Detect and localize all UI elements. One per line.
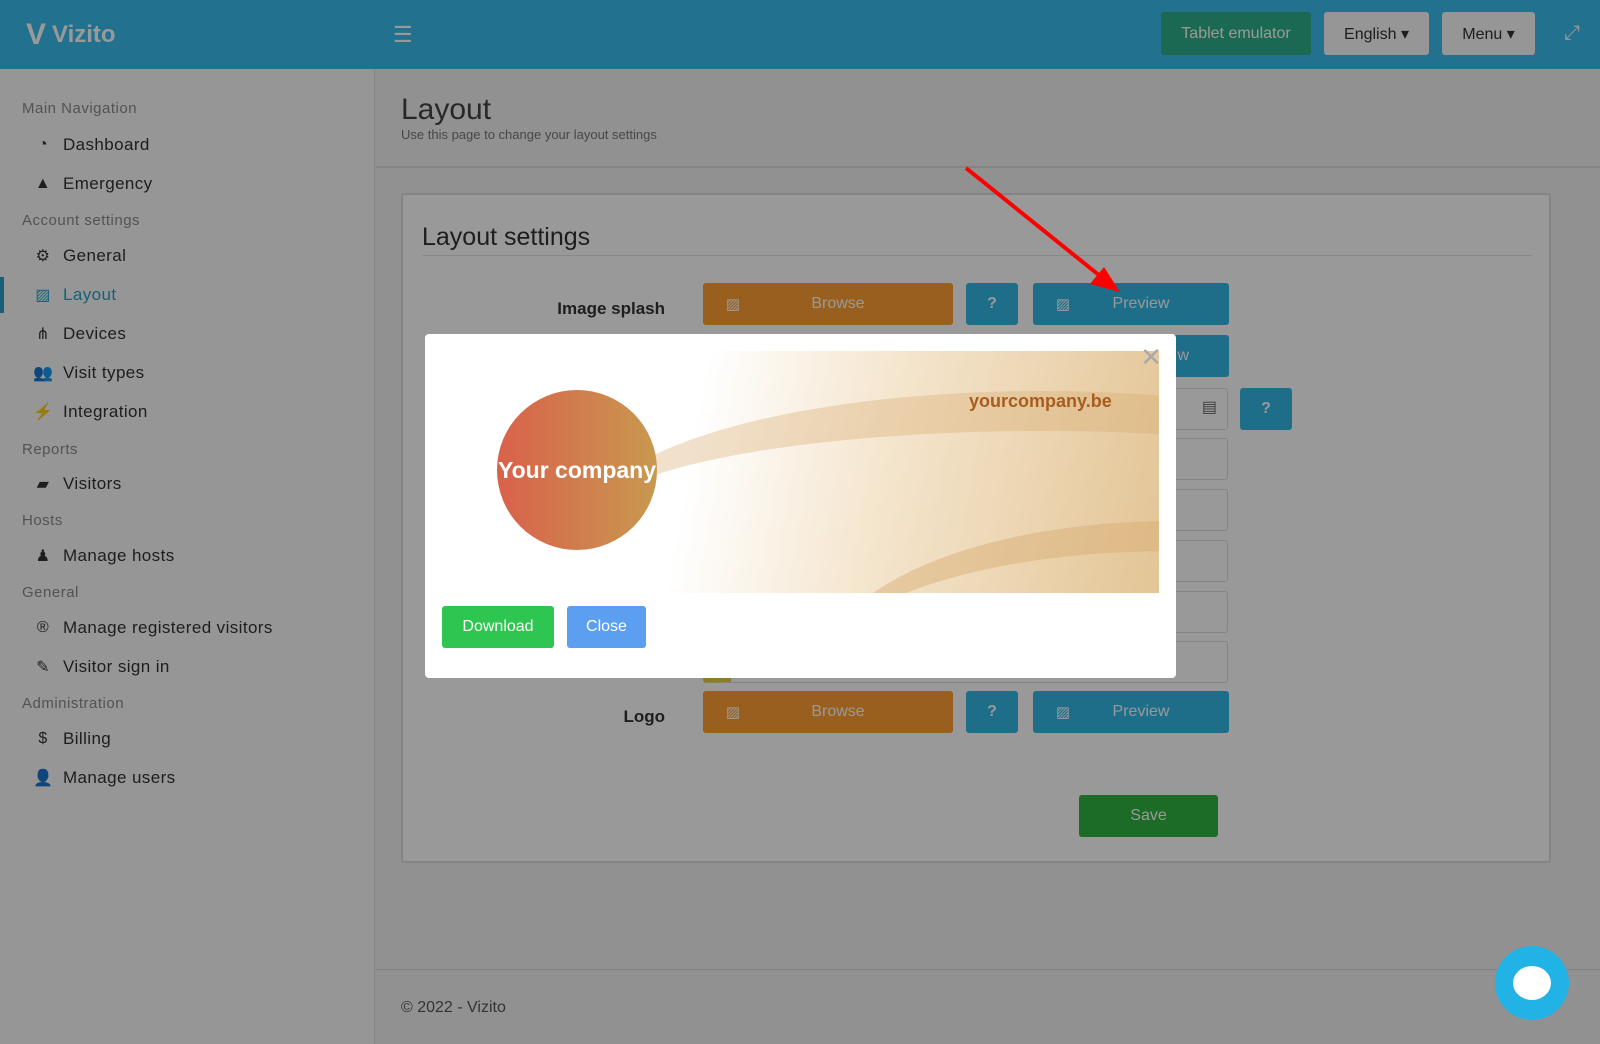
splash-image-preview: Your company yourcompany.be xyxy=(442,351,1159,593)
chat-widget-button[interactable] xyxy=(1495,946,1569,1020)
close-icon[interactable]: ✕ xyxy=(1140,342,1162,373)
download-button[interactable]: Download xyxy=(442,606,554,648)
chat-bubble-icon xyxy=(1513,966,1551,1000)
company-url: yourcompany.be xyxy=(969,391,1112,411)
close-button[interactable]: Close xyxy=(567,606,646,648)
preview-modal: Your company yourcompany.be ✕ Download C… xyxy=(425,334,1176,678)
company-logo-circle: Your company xyxy=(497,390,657,550)
